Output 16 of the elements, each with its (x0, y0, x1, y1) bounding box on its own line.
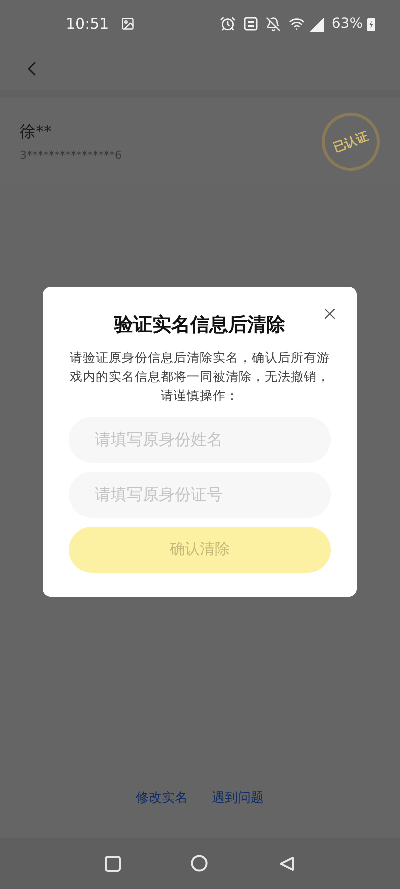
dialog-message: 请验证原身份信息后清除实名，确认后所有游戏内的实名信息都将一同被清除，无法撤销，请谨慎操作： (69, 348, 331, 404)
home-icon[interactable] (191, 855, 208, 872)
wifi-icon (288, 16, 305, 32)
user-name: 徐** (20, 120, 53, 143)
bell-off-icon (266, 16, 281, 32)
status-time: 10:51 (66, 14, 110, 35)
footer-link[interactable]: 修改实名 (136, 788, 188, 808)
image-icon (121, 17, 136, 31)
signal-icon (308, 16, 324, 32)
battery-charging-icon (367, 16, 376, 32)
footer-link[interactable]: 遇到问题 (212, 788, 264, 808)
dialog-title: 验证实名信息后清除 (114, 313, 286, 338)
recents-icon[interactable] (105, 856, 122, 872)
alarm-icon (220, 16, 236, 32)
back-icon[interactable] (278, 856, 295, 872)
battery-percent: 63% (332, 14, 363, 34)
